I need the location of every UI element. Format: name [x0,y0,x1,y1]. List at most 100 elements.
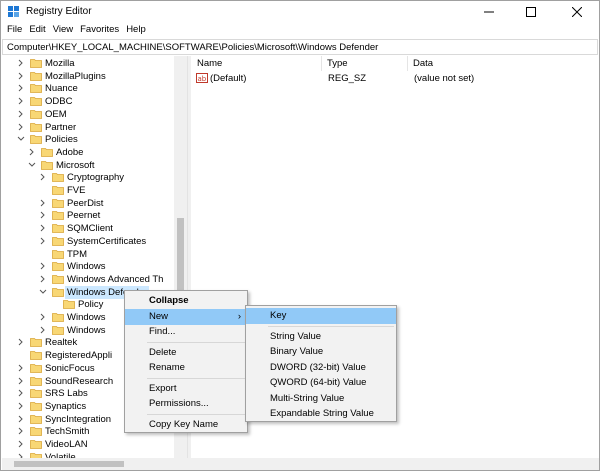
list-horizontal-scrollbar[interactable] [191,458,599,470]
chevron-right-icon[interactable] [16,109,26,119]
tree-item[interactable]: Microsoft [2,159,182,172]
context-menu-item[interactable]: Collapse [125,293,247,309]
chevron-right-icon[interactable] [16,122,26,132]
tree-item[interactable]: MozillaPlugins [2,70,182,83]
chevron-right-icon[interactable] [16,96,26,106]
tree-item-label: Windows [67,324,106,336]
menu-help[interactable]: Help [124,23,151,39]
close-button[interactable] [557,1,597,23]
submenu-item[interactable]: Binary Value [246,344,396,360]
tree-item[interactable]: Peernet [2,209,182,222]
tree-item[interactable]: Policies [2,133,182,146]
tree-item[interactable]: SQMClient [2,222,182,235]
new-submenu: Key String Value Binary Value DWORD (32-bit… [245,305,397,422]
tree-item[interactable]: FVE [2,184,182,197]
chevron-down-icon[interactable] [27,160,37,170]
context-menu-item-label: Collapse [149,295,189,306]
maximize-button[interactable] [511,1,551,23]
menu-edit[interactable]: Edit [27,23,50,39]
value-type: REG_SZ [328,73,367,84]
value-row[interactable]: ab (Default) REG_SZ (value not set) [191,71,599,85]
title-bar[interactable]: Registry Editor [1,1,599,23]
tree-item-label: PeerDist [67,197,104,209]
menu-view[interactable]: View [51,23,78,39]
chevron-down-icon[interactable] [16,134,26,144]
chevron-right-icon[interactable] [16,71,26,81]
folder-icon [52,236,64,246]
tree-item[interactable]: PeerDist [2,197,182,210]
tree-item[interactable]: ODBC [2,95,182,108]
tree-item[interactable]: Partner [2,121,182,134]
list-header: Name Type Data [191,56,599,71]
chevron-right-icon[interactable] [16,58,26,68]
folder-icon [30,71,42,81]
tree-item[interactable]: Windows Advanced Th [2,273,182,286]
submenu-item-label: DWORD (32-bit) Value [270,361,366,373]
column-data[interactable]: Data [407,57,433,70]
chevron-right-icon[interactable] [38,210,48,220]
column-type[interactable]: Type [321,57,348,70]
chevron-right-icon[interactable] [38,325,48,335]
tree-item-label: VideoLAN [45,439,88,450]
tree-hscroll-thumb[interactable] [14,461,124,467]
tree-horizontal-scrollbar[interactable] [2,458,188,470]
tree-item-label: Microsoft [56,159,95,171]
tree-item[interactable]: Windows [2,260,182,273]
tree-item[interactable]: Cryptography [2,171,182,184]
context-menu-item[interactable]: Permissions... [125,396,247,412]
chevron-right-icon[interactable] [16,376,26,386]
chevron-right-icon[interactable] [16,401,26,411]
tree-item[interactable]: VideoLAN [2,438,182,451]
chevron-right-icon[interactable] [27,147,37,157]
menu-favorites[interactable]: Favorites [78,23,124,39]
minimize-button[interactable] [469,1,509,23]
tree-item-label: Windows Advanced Th [67,273,164,285]
tree-item-label: Synaptics [45,400,87,412]
chevron-right-icon[interactable] [16,388,26,398]
tree-item[interactable]: Mozilla [2,57,182,70]
chevron-right-icon[interactable] [16,363,26,373]
tree-item[interactable]: OEM [2,108,182,121]
menu-bar: File Edit View Favorites Help [1,23,599,39]
submenu-item[interactable]: Multi-String Value [246,391,396,407]
column-name[interactable]: Name [191,57,222,70]
chevron-right-icon[interactable] [38,261,48,271]
context-menu-item[interactable]: Export [125,381,247,397]
folder-icon [52,211,64,221]
chevron-right-icon[interactable] [38,274,48,284]
chevron-right-icon[interactable] [16,414,26,424]
menu-file[interactable]: File [5,23,27,39]
submenu-item[interactable]: Key [246,308,396,324]
address-bar[interactable]: Computer\HKEY_LOCAL_MACHINE\SOFTWARE\Pol… [2,39,598,55]
submenu-item[interactable]: Expandable String Value [246,406,396,422]
value-data: (value not set) [414,73,475,84]
folder-icon [30,84,42,94]
menu-separator [147,377,245,379]
chevron-right-icon[interactable] [38,198,48,208]
submenu-arrow-icon: › [237,310,241,322]
chevron-right-icon[interactable] [16,337,26,347]
chevron-right-icon[interactable] [38,236,48,246]
tree-item[interactable]: TPM [2,248,182,261]
chevron-right-icon[interactable] [16,83,26,93]
tree-item[interactable]: Adobe [2,146,182,159]
submenu-item[interactable]: String Value [246,329,396,345]
chevron-right-icon[interactable] [38,223,48,233]
submenu-item[interactable]: DWORD (32-bit) Value [246,360,396,376]
folder-icon [41,147,53,157]
chevron-down-icon[interactable] [38,287,48,297]
chevron-right-icon[interactable] [38,172,48,182]
tree-item-label: ODBC [45,96,73,108]
chevron-right-icon[interactable] [16,426,26,436]
tree-item[interactable]: Nuance [2,82,182,95]
submenu-item[interactable]: QWORD (64-bit) Value [246,375,396,391]
context-menu-item[interactable]: Find... [125,324,247,340]
context-menu-item[interactable]: Delete [125,345,247,361]
context-menu-item[interactable]: New › [125,308,247,325]
context-menu-item[interactable]: Rename [125,360,247,376]
tree-item[interactable]: SystemCertificates [2,235,182,248]
chevron-right-icon[interactable] [16,439,26,449]
chevron-right-icon[interactable] [38,312,48,322]
tree-item-label: MozillaPlugins [45,70,106,82]
context-menu-item[interactable]: Copy Key Name [125,417,247,433]
